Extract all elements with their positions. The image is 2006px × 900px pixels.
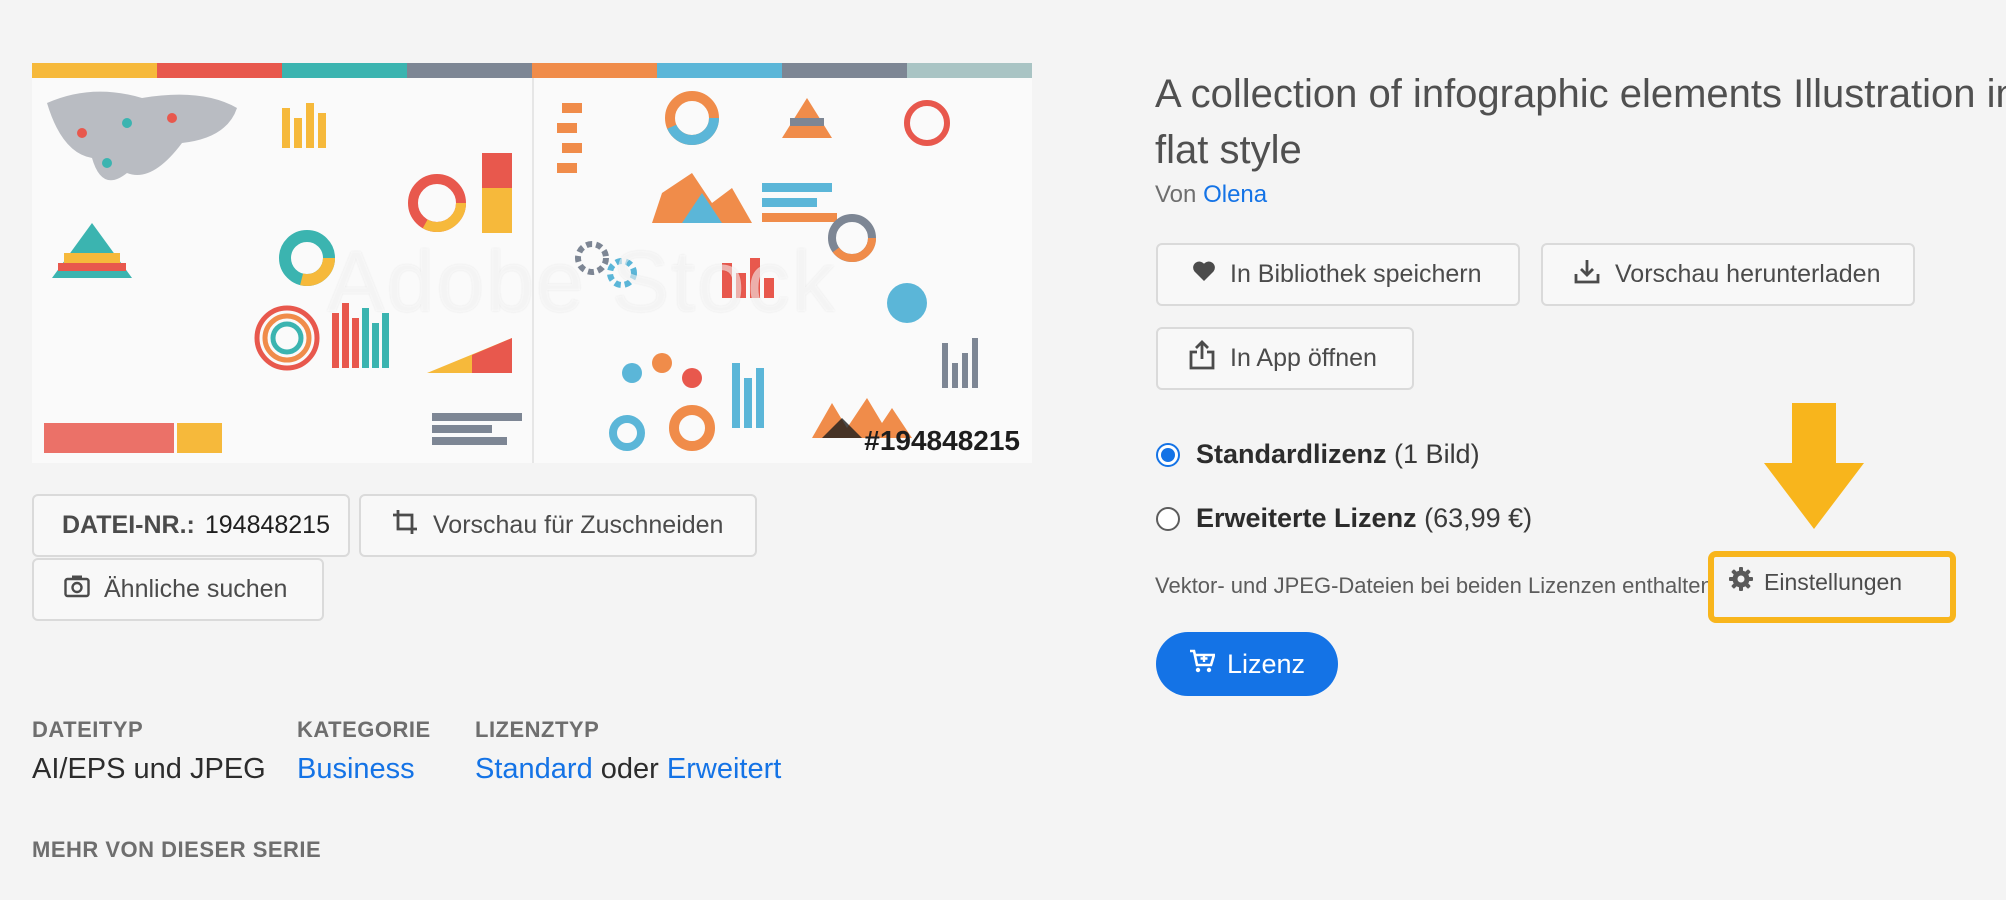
crop-preview-button[interactable]: Vorschau für Zuschneiden [359,494,757,557]
extended-license-title: Erweiterte Lizenz [1196,503,1417,533]
license-buy-label: Lizenz [1226,648,1306,679]
filetype-label: DATEITYP [32,717,144,742]
gear-icon [1728,566,1754,598]
category-label: KATEGORIE [297,717,431,742]
page-title: A collection of infographic elements Ill… [1155,66,2006,178]
find-similar-label: Ähnliche suchen [104,575,288,603]
save-to-library-label: In Bibliothek speichern [1230,260,1482,288]
file-number-value: 194848215 [204,511,330,539]
extended-license-radio[interactable] [1156,506,1180,531]
filetype-value: AI/EPS und JPEG [32,753,266,785]
extended-license-sub: (63,99 €) [1424,503,1533,533]
byline-prefix: Von [1155,181,1197,208]
download-icon [1573,257,1601,292]
preview-image[interactable]: Adobe Stock #194848215 [32,63,1032,463]
standard-license-option[interactable]: Standardlizenz (1 Bild) [1156,439,1480,470]
extended-license-option[interactable]: Erweiterte Lizenz (63,99 €) [1156,503,1532,534]
open-in-app-label: In App öffnen [1230,344,1377,372]
settings-label: Einstellungen [1764,568,1903,595]
standard-license-radio[interactable] [1156,442,1180,467]
infographic-illustration [32,63,1032,463]
camera-icon [64,574,90,605]
title-line-2: flat style [1155,128,1302,172]
standard-license-sub: (1 Bild) [1394,439,1480,469]
share-icon [1188,340,1216,377]
save-to-library-button[interactable]: In Bibliothek speichern [1156,243,1520,306]
standard-license-title: Standardlizenz [1196,439,1387,469]
crop-icon [391,508,419,543]
license-buy-button[interactable]: Lizenz [1156,632,1338,696]
title-line-1: A collection of infographic elements Ill… [1155,72,2006,116]
license-standard-link[interactable]: Standard [475,753,593,785]
author-link[interactable]: Olena [1203,181,1267,208]
license-or-text: oder [600,753,659,785]
cart-icon [1189,648,1216,681]
settings-button[interactable]: Einstellungen [1728,566,1902,598]
license-extended-link[interactable]: Erweitert [667,753,781,785]
annotation-arrow [1760,403,1868,536]
open-in-app-button[interactable]: In App öffnen [1156,327,1414,390]
file-number-box: DATEI-NR.: 194848215 [32,494,350,557]
license-type-value: Standard oder Erweitert [475,753,781,786]
crop-preview-label: Vorschau für Zuschneiden [433,511,724,539]
find-similar-button[interactable]: Ähnliche suchen [32,558,324,621]
file-number-label: DATEI-NR.: [62,511,195,539]
heart-icon [1192,260,1216,289]
asset-id-overlay: #194848215 [864,425,1020,456]
series-heading: MEHR VON DIESER SERIE [32,837,322,862]
license-type-label: LIZENZTYP [475,717,600,742]
download-preview-label: Vorschau herunterladen [1615,260,1881,288]
download-preview-button[interactable]: Vorschau herunterladen [1541,243,1915,306]
license-note: Vektor- und JPEG-Dateien bei beiden Lize… [1155,573,1713,598]
byline: Von Olena [1155,181,1267,209]
category-link[interactable]: Business [297,753,415,786]
